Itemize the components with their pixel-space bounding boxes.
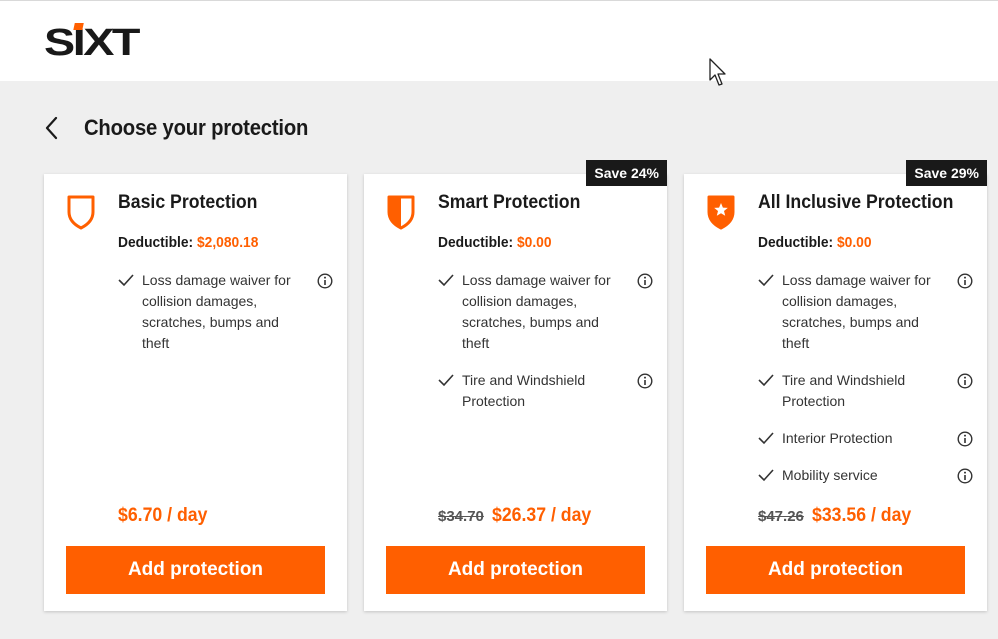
feature-text: Tire and Windshield Protection xyxy=(462,372,586,409)
feature-text: Interior Protection xyxy=(782,430,893,446)
protection-card-basic: Basic Protection Deductible: $2,080.18 L… xyxy=(44,174,347,611)
price: $6.70 / day xyxy=(118,505,208,526)
check-icon xyxy=(118,274,134,287)
price: $26.37 / day xyxy=(491,505,592,526)
protection-card-smart: Save 24% Smart Protection Deductible: $0… xyxy=(364,160,667,611)
shield-star-icon xyxy=(707,195,735,230)
old-price: $47.26 xyxy=(758,508,804,525)
check-icon xyxy=(438,274,454,287)
add-protection-button[interactable]: Add protection xyxy=(386,546,645,594)
feature-item: Interior Protection xyxy=(758,428,973,449)
shield-half-icon xyxy=(387,195,415,230)
feature-list: Loss damage waiver for collision damages… xyxy=(758,270,973,502)
deductible-label: Deductible: xyxy=(438,234,514,251)
feature-item: Tire and Windshield Protection xyxy=(758,370,973,412)
price-row: $47.26 $33.56 / day xyxy=(758,505,919,527)
page-heading: Choose your protection xyxy=(44,110,328,146)
price-row: $34.70 $26.37 / day xyxy=(438,505,599,527)
feature-text: Loss damage waiver for collision damages… xyxy=(462,272,611,351)
feature-item: Loss damage waiver for collision damages… xyxy=(758,270,973,354)
top-bar: SIXT xyxy=(0,0,998,86)
shield-outline-icon xyxy=(67,195,95,230)
svg-text:SIXT: SIXT xyxy=(44,22,140,60)
check-icon xyxy=(758,432,774,445)
deductible: Deductible: $0.00 xyxy=(438,234,552,251)
old-price: $34.70 xyxy=(438,508,484,525)
add-protection-button[interactable]: Add protection xyxy=(706,546,965,594)
feature-item: Tire and Windshield Protection xyxy=(438,370,653,412)
sixt-logo[interactable]: SIXT xyxy=(44,22,140,60)
card-title: Smart Protection xyxy=(438,192,581,213)
feature-list: Loss damage waiver for collision damages… xyxy=(118,270,333,370)
deductible: Deductible: $0.00 xyxy=(758,234,872,251)
feature-item: Mobility service xyxy=(758,465,973,486)
back-button[interactable] xyxy=(44,110,70,146)
deductible-value: $2,080.18 xyxy=(196,234,259,251)
check-icon xyxy=(758,469,774,482)
price: $33.56 / day xyxy=(811,505,912,526)
info-icon[interactable] xyxy=(637,373,653,389)
mouse-cursor-icon xyxy=(709,58,726,86)
add-protection-button[interactable]: Add protection xyxy=(66,546,325,594)
deductible-value: $0.00 xyxy=(516,234,552,251)
feature-text: Mobility service xyxy=(782,467,878,483)
feature-item: Loss damage waiver for collision damages… xyxy=(438,270,653,354)
price-row: $6.70 / day xyxy=(118,505,214,527)
page-title: Choose your protection xyxy=(84,115,309,140)
feature-text: Tire and Windshield Protection xyxy=(782,372,906,409)
check-icon xyxy=(758,374,774,387)
info-icon[interactable] xyxy=(317,273,333,289)
feature-item: Loss damage waiver for collision damages… xyxy=(118,270,333,354)
check-icon xyxy=(438,374,454,387)
chevron-left-icon xyxy=(45,116,58,140)
card-title: All Inclusive Protection xyxy=(758,192,954,213)
info-icon[interactable] xyxy=(637,273,653,289)
check-icon xyxy=(758,274,774,287)
feature-text: Loss damage waiver for collision damages… xyxy=(782,272,931,351)
save-badge: Save 24% xyxy=(586,160,667,186)
deductible-label: Deductible: xyxy=(758,234,834,251)
save-badge: Save 29% xyxy=(906,160,987,186)
deductible: Deductible: $2,080.18 xyxy=(118,234,258,251)
info-icon[interactable] xyxy=(957,468,973,484)
info-icon[interactable] xyxy=(957,273,973,289)
deductible-label: Deductible: xyxy=(118,234,194,251)
protection-card-all-inclusive: Save 29% All Inclusive Protection Deduct… xyxy=(684,160,987,611)
feature-list: Loss damage waiver for collision damages… xyxy=(438,270,653,428)
info-icon[interactable] xyxy=(957,431,973,447)
card-title: Basic Protection xyxy=(118,192,258,213)
feature-text: Loss damage waiver for collision damages… xyxy=(142,272,291,351)
info-icon[interactable] xyxy=(957,373,973,389)
deductible-value: $0.00 xyxy=(836,234,872,251)
